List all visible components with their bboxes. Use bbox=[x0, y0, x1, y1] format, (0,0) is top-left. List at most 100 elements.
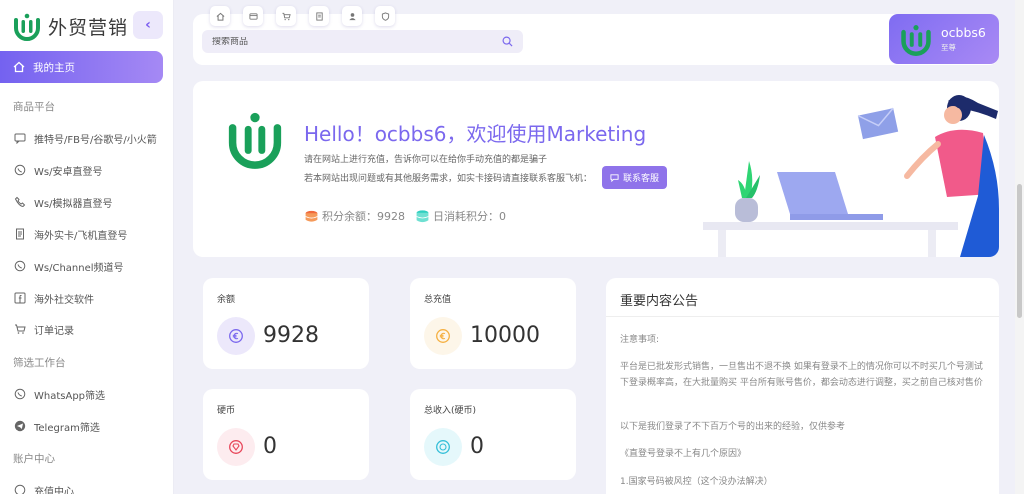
total-recharge-label: 总充值 bbox=[424, 295, 452, 305]
cart-icon bbox=[13, 322, 27, 336]
quick-tab-user[interactable] bbox=[342, 6, 362, 26]
user-card[interactable]: ocbbs6 至尊 bbox=[889, 14, 999, 64]
hero-illustration bbox=[703, 95, 999, 257]
phone-icon bbox=[13, 195, 27, 209]
announcement-paragraph: 注意事项: bbox=[620, 335, 660, 345]
home-icon bbox=[216, 12, 224, 21]
welcome-title: Hello！ocbbs6，欢迎使用Marketing bbox=[304, 122, 647, 146]
total-recharge-value: 10000 bbox=[470, 323, 540, 348]
shield-icon bbox=[381, 11, 389, 21]
daily-points-label: 日消耗积分： bbox=[433, 210, 499, 223]
welcome-banner: Hello！ocbbs6，欢迎使用Marketing 请在网站上进行充值，告诉你… bbox=[193, 81, 999, 257]
search-icon[interactable] bbox=[502, 36, 513, 47]
coin-icon bbox=[424, 317, 462, 355]
sidebar-item-label: Ws/模拟器直登号 bbox=[34, 198, 113, 210]
wallet-icon bbox=[13, 483, 27, 494]
document-icon bbox=[315, 11, 323, 21]
brand-logo-icon bbox=[14, 13, 40, 41]
cart-icon bbox=[281, 12, 291, 20]
target-icon bbox=[424, 428, 462, 466]
announcement-title: 重要内容公告 bbox=[620, 294, 699, 309]
total-income-value: 0 bbox=[470, 434, 484, 459]
welcome-desc-1: 请在网站上进行充值，告诉你可以在给你手动充值的都是骗子 bbox=[304, 155, 548, 165]
gem-icon bbox=[217, 428, 255, 466]
brand[interactable]: 外贸营销 bbox=[12, 8, 128, 44]
avatar bbox=[901, 25, 931, 56]
quick-tab-home[interactable] bbox=[210, 6, 230, 26]
user-icon bbox=[348, 12, 356, 20]
sidebar-section-title: 商品平台 bbox=[13, 101, 55, 113]
chat-icon bbox=[13, 131, 27, 145]
balance-value: 9928 bbox=[263, 323, 319, 348]
sidebar-item-label: Ws/Channel频道号 bbox=[34, 262, 124, 274]
announcement-paragraph: 以下是我们登录了不下百万个号的出来的经验，仅供参考 bbox=[620, 422, 846, 432]
sidebar-item-social-accounts[interactable]: 推特号/FB号/谷歌号/小火箭 bbox=[13, 130, 157, 146]
coins-card: 硬币 0 bbox=[203, 389, 369, 480]
sidebar-item-home[interactable]: 我的主页 bbox=[0, 51, 163, 83]
sidebar-item-label: Telegram筛选 bbox=[34, 422, 100, 434]
points-balance-label: 积分余额： bbox=[322, 210, 377, 223]
sidebar-collapse-button[interactable]: ‹ bbox=[133, 11, 163, 39]
database-icon bbox=[416, 209, 429, 222]
coins-label: 硬币 bbox=[217, 406, 236, 416]
sidebar-item-recharge[interactable]: 充值中心 bbox=[13, 482, 74, 494]
user-name: ocbbs6 bbox=[941, 25, 986, 41]
sidebar-item-orders[interactable]: 订单记录 bbox=[13, 321, 74, 337]
sidebar-section-title: 账户中心 bbox=[13, 453, 55, 465]
contact-support-label: 联系客服 bbox=[623, 174, 660, 184]
sidebar-item-label: Ws/安卓直登号 bbox=[34, 166, 103, 178]
total-income-label: 总收入(硬币) bbox=[424, 406, 477, 416]
chat-icon bbox=[610, 174, 619, 182]
quick-tab-document[interactable] bbox=[309, 6, 329, 26]
sidebar-item-label: 推特号/FB号/谷歌号/小火箭 bbox=[34, 134, 157, 146]
balance-label: 余额 bbox=[217, 295, 236, 305]
announcement-paragraph: 平台是已批发形式销售，一旦售出不退不换 如果有登录不上的情况你可以不时买几个号测… bbox=[620, 362, 983, 388]
sidebar-item-label: 充值中心 bbox=[34, 486, 74, 494]
sidebar-item-label: 海外实卡/飞机直登号 bbox=[34, 230, 128, 242]
welcome-desc-2: 若本网站出现问题或有其他服务需求，如实卡接码请直接联系客服飞机： bbox=[304, 174, 593, 184]
sidebar-item-label: 海外社交软件 bbox=[34, 294, 94, 306]
sidebar-item-ws-emulator[interactable]: Ws/模拟器直登号 bbox=[13, 194, 112, 210]
chevron-left-icon: ‹ bbox=[145, 17, 151, 33]
search-bar[interactable] bbox=[202, 30, 523, 53]
scrollbar-thumb[interactable] bbox=[1017, 184, 1022, 318]
card-icon bbox=[248, 12, 258, 20]
announcement-paragraph: 《直登号登录不上有几个原因》 bbox=[620, 449, 747, 459]
sidebar-item-label: WhatsApp筛选 bbox=[34, 390, 106, 402]
quick-tab-cart[interactable] bbox=[276, 6, 296, 26]
quick-tab-shield[interactable] bbox=[375, 6, 395, 26]
sidebar-item-telegram-filter[interactable]: Telegram筛选 bbox=[13, 418, 100, 434]
balance-card: 余额 9928 bbox=[203, 278, 369, 369]
document-icon bbox=[13, 227, 27, 241]
points-stats: 积分余额： 9928 日消耗积分： 0 bbox=[304, 208, 516, 224]
whatsapp-icon bbox=[13, 387, 27, 401]
page-scrollbar[interactable] bbox=[1015, 0, 1024, 494]
sidebar-item-label: 我的主页 bbox=[33, 61, 75, 74]
sidebar-section-title: 筛选工作台 bbox=[13, 357, 66, 369]
telegram-icon bbox=[13, 419, 27, 433]
announcement-panel: 重要内容公告 注意事项: 平台是已批发形式销售，一旦售出不退不换 如果有登录不上… bbox=[606, 278, 999, 494]
announcement-paragraph: 1.国家号码被风控（这个没办法解决） bbox=[620, 477, 773, 487]
sidebar-item-label: 订单记录 bbox=[34, 325, 74, 337]
euro-icon bbox=[217, 317, 255, 355]
divider bbox=[606, 316, 999, 317]
user-role: 至尊 bbox=[941, 42, 956, 52]
daily-points-value: 0 bbox=[499, 209, 506, 223]
whatsapp-icon bbox=[13, 163, 27, 177]
contact-support-button[interactable]: 联系客服 bbox=[602, 166, 668, 189]
sidebar-item-sim-telegram[interactable]: 海外实卡/飞机直登号 bbox=[13, 226, 127, 242]
search-input[interactable] bbox=[212, 36, 502, 47]
home-icon bbox=[13, 61, 25, 73]
sidebar: 外贸营销 ‹ 我的主页 商品平台 推特号/FB号/谷歌号/小火箭 Ws/安卓直登… bbox=[0, 0, 174, 494]
sidebar-item-social-apps[interactable]: 海外社交软件 bbox=[13, 290, 94, 306]
sidebar-item-ws-channel[interactable]: Ws/Channel频道号 bbox=[13, 258, 124, 274]
coins-value: 0 bbox=[263, 434, 277, 459]
total-recharge-card: 总充值 10000 bbox=[410, 278, 576, 369]
sidebar-item-whatsapp-filter[interactable]: WhatsApp筛选 bbox=[13, 386, 105, 402]
quick-tab-card[interactable] bbox=[243, 6, 263, 26]
coins-icon bbox=[305, 210, 318, 222]
brand-logo-icon bbox=[228, 112, 282, 169]
facebook-icon bbox=[13, 291, 27, 305]
sidebar-item-ws-android[interactable]: Ws/安卓直登号 bbox=[13, 162, 102, 178]
quick-tabs bbox=[210, 6, 395, 26]
